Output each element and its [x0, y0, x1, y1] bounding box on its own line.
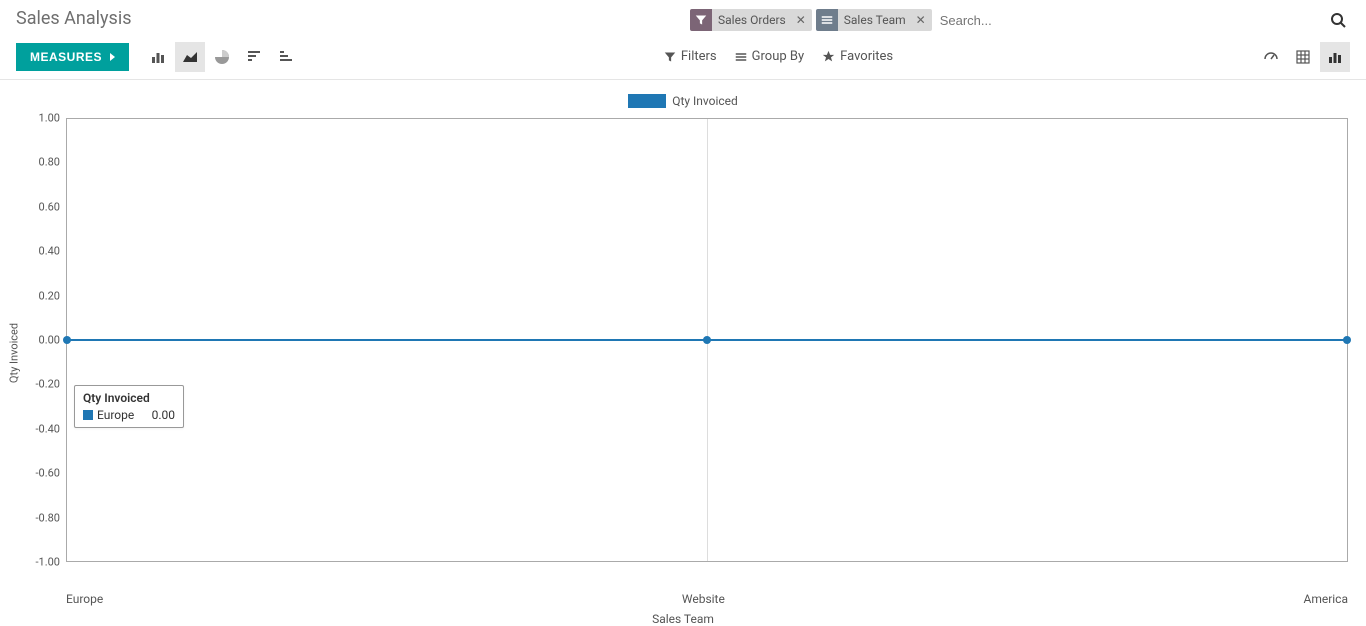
x-axis-label: Sales Team — [18, 610, 1348, 626]
y-axis-ticks: 1.00 0.80 0.60 0.40 0.20 0.00 -0.20 -0.4… — [18, 118, 66, 562]
x-axis-ticks: Europe Website America — [66, 588, 1348, 610]
facet-remove-icon[interactable]: ✕ — [790, 9, 812, 31]
groupby-label: Group By — [752, 49, 805, 64]
tooltip-swatch — [83, 410, 93, 420]
sort-asc-icon[interactable] — [271, 42, 301, 72]
groupby-button[interactable]: Group By — [735, 49, 805, 64]
caret-right-icon — [110, 53, 115, 61]
y-tick: 0.60 — [39, 200, 60, 213]
favorites-label: Favorites — [840, 49, 893, 64]
area-chart-icon[interactable] — [175, 42, 205, 72]
measures-button[interactable]: MEASURES — [16, 43, 129, 71]
filters-button[interactable]: Filters — [664, 49, 717, 64]
dashboard-view-icon[interactable] — [1256, 42, 1286, 72]
legend-label: Qty Invoiced — [672, 94, 738, 108]
star-icon — [822, 50, 835, 63]
y-tick: 0.00 — [39, 334, 60, 347]
y-tick: -0.40 — [36, 422, 61, 435]
y-tick: -0.60 — [36, 467, 61, 480]
sort-desc-icon[interactable] — [239, 42, 269, 72]
pie-chart-icon[interactable] — [207, 42, 237, 72]
data-point[interactable] — [703, 336, 711, 344]
x-tick: America — [1303, 592, 1348, 606]
chart-plot[interactable] — [66, 118, 1348, 562]
funnel-icon — [690, 9, 712, 31]
y-tick: -1.00 — [36, 556, 61, 569]
y-tick: 0.20 — [39, 289, 60, 302]
search-input[interactable] — [932, 9, 1326, 32]
facet-remove-icon[interactable]: ✕ — [910, 9, 932, 31]
tooltip-category: Europe — [97, 408, 134, 422]
x-tick: Website — [682, 592, 725, 606]
y-tick: -0.20 — [36, 378, 61, 391]
y-tick: 1.00 — [39, 112, 60, 125]
data-point[interactable] — [1343, 336, 1351, 344]
chart-area: Qty Invoiced Qty Invoiced 1.00 0.80 0.60… — [0, 80, 1366, 600]
search-facet-filter[interactable]: Sales Orders ✕ — [690, 9, 812, 31]
search-facet-group[interactable]: Sales Team ✕ — [816, 9, 932, 31]
x-tick: Europe — [66, 592, 103, 606]
list-icon — [816, 9, 838, 31]
y-tick: 0.40 — [39, 245, 60, 258]
chart-legend: Qty Invoiced — [18, 90, 1348, 118]
bar-chart-icon[interactable] — [143, 42, 173, 72]
chart-tooltip: Qty Invoiced Europe 0.00 — [74, 385, 184, 428]
filters-label: Filters — [681, 49, 717, 64]
legend-item[interactable]: Qty Invoiced — [628, 94, 738, 108]
measures-label: MEASURES — [30, 50, 102, 64]
data-point[interactable] — [63, 336, 71, 344]
pivot-view-icon[interactable] — [1288, 42, 1318, 72]
search-area: Sales Orders ✕ Sales Team ✕ — [670, 8, 1350, 32]
graph-view-icon[interactable] — [1320, 42, 1350, 72]
facet-label: Sales Team — [838, 9, 910, 31]
funnel-icon — [664, 51, 676, 63]
tooltip-title: Qty Invoiced — [83, 391, 175, 405]
y-tick: 0.80 — [39, 156, 60, 169]
y-tick: -0.80 — [36, 511, 61, 524]
favorites-button[interactable]: Favorites — [822, 49, 893, 64]
facet-label: Sales Orders — [712, 9, 790, 31]
tooltip-value: 0.00 — [152, 408, 175, 422]
search-icon[interactable] — [1326, 8, 1350, 32]
list-icon — [735, 51, 747, 63]
legend-swatch — [628, 94, 666, 108]
page-title: Sales Analysis — [16, 8, 131, 29]
